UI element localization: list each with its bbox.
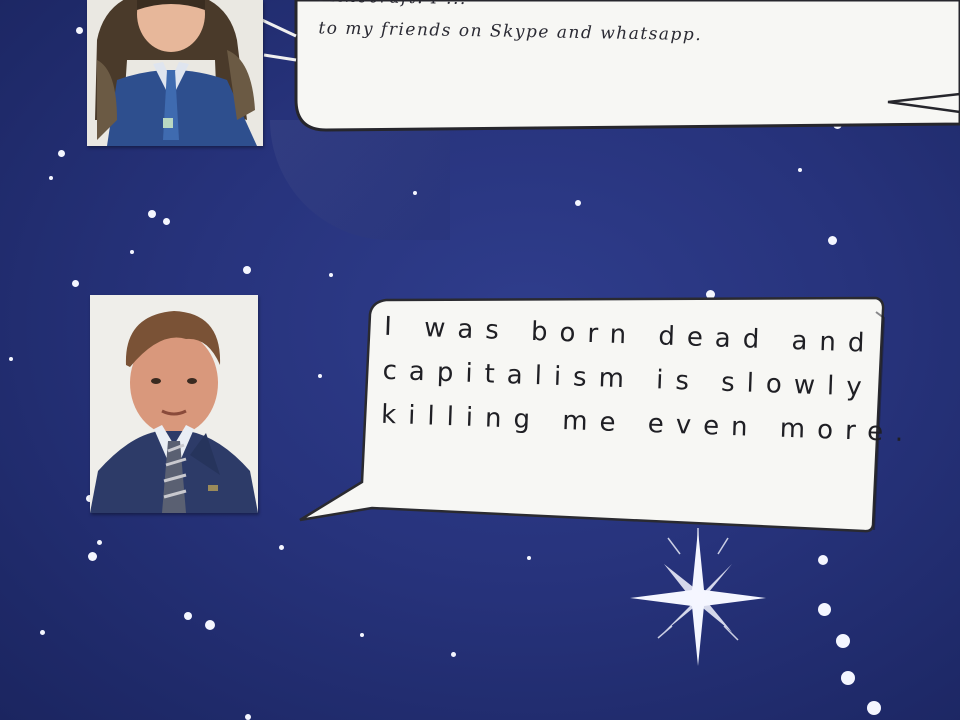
poster-scene: Minecraft. I ... to my friends on Skype … (0, 0, 960, 720)
sparkle-star (630, 528, 766, 666)
